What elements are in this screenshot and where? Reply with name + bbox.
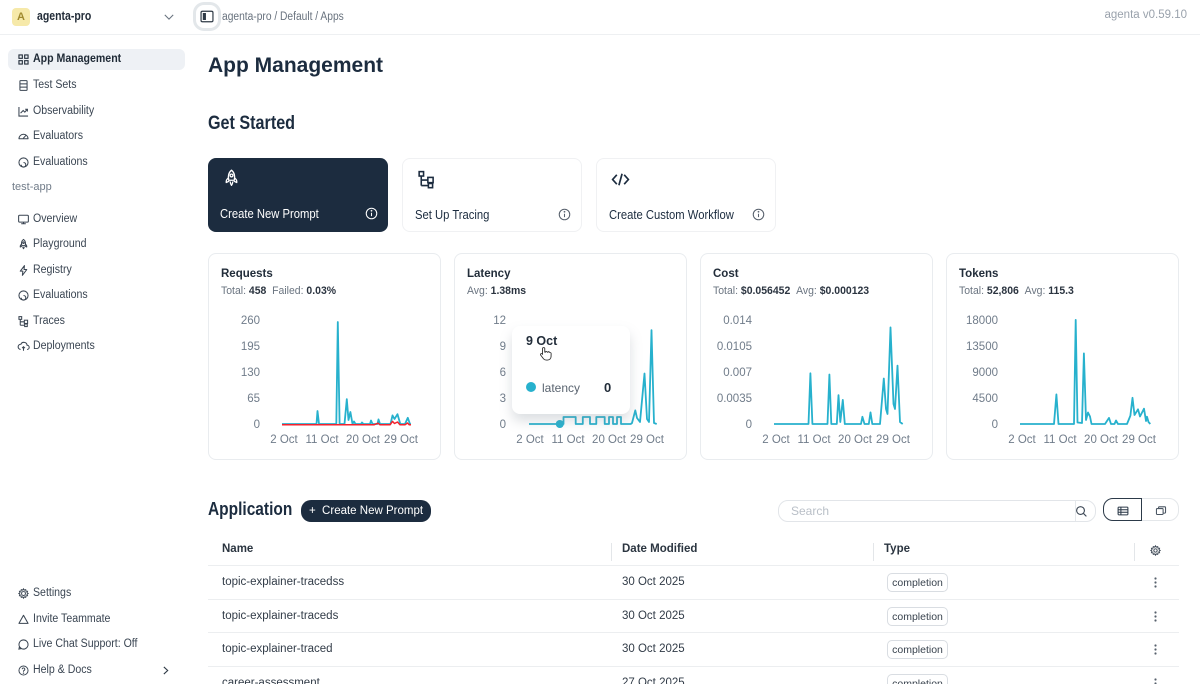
svg-text:18000: 18000 [966,315,998,327]
svg-text:3: 3 [500,393,506,405]
svg-text:9000: 9000 [972,367,998,379]
svg-text:0: 0 [254,419,260,431]
svg-text:2 Oct: 2 Oct [516,434,544,446]
svg-text:29 Oct: 29 Oct [630,434,665,446]
svg-text:12: 12 [493,315,506,327]
svg-text:20 Oct: 20 Oct [1084,434,1119,446]
svg-text:29 Oct: 29 Oct [1122,434,1157,446]
svg-text:9: 9 [500,341,506,353]
svg-text:0: 0 [500,419,506,431]
svg-text:29 Oct: 29 Oct [384,434,419,446]
svg-text:13500: 13500 [966,341,998,353]
svg-text:11 Oct: 11 Oct [551,434,585,446]
svg-text:20 Oct: 20 Oct [346,434,381,446]
svg-text:0: 0 [992,419,998,431]
svg-text:0.007: 0.007 [723,367,752,379]
svg-text:260: 260 [241,315,260,327]
svg-text:11 Oct: 11 Oct [797,434,831,446]
svg-text:0.0035: 0.0035 [717,393,752,405]
svg-text:6: 6 [500,367,506,379]
svg-text:65: 65 [247,393,260,405]
svg-text:29 Oct: 29 Oct [876,434,911,446]
svg-text:20 Oct: 20 Oct [838,434,873,446]
svg-text:4500: 4500 [972,393,998,405]
svg-text:11 Oct: 11 Oct [305,434,339,446]
svg-text:11 Oct: 11 Oct [1043,434,1077,446]
svg-text:195: 195 [241,341,260,353]
svg-text:130: 130 [241,367,260,379]
svg-text:2 Oct: 2 Oct [1008,434,1036,446]
svg-text:2 Oct: 2 Oct [270,434,298,446]
svg-text:0.014: 0.014 [723,315,752,327]
svg-text:2 Oct: 2 Oct [762,434,790,446]
svg-text:0: 0 [746,419,752,431]
svg-text:20 Oct: 20 Oct [592,434,627,446]
svg-text:0.0105: 0.0105 [717,341,752,353]
